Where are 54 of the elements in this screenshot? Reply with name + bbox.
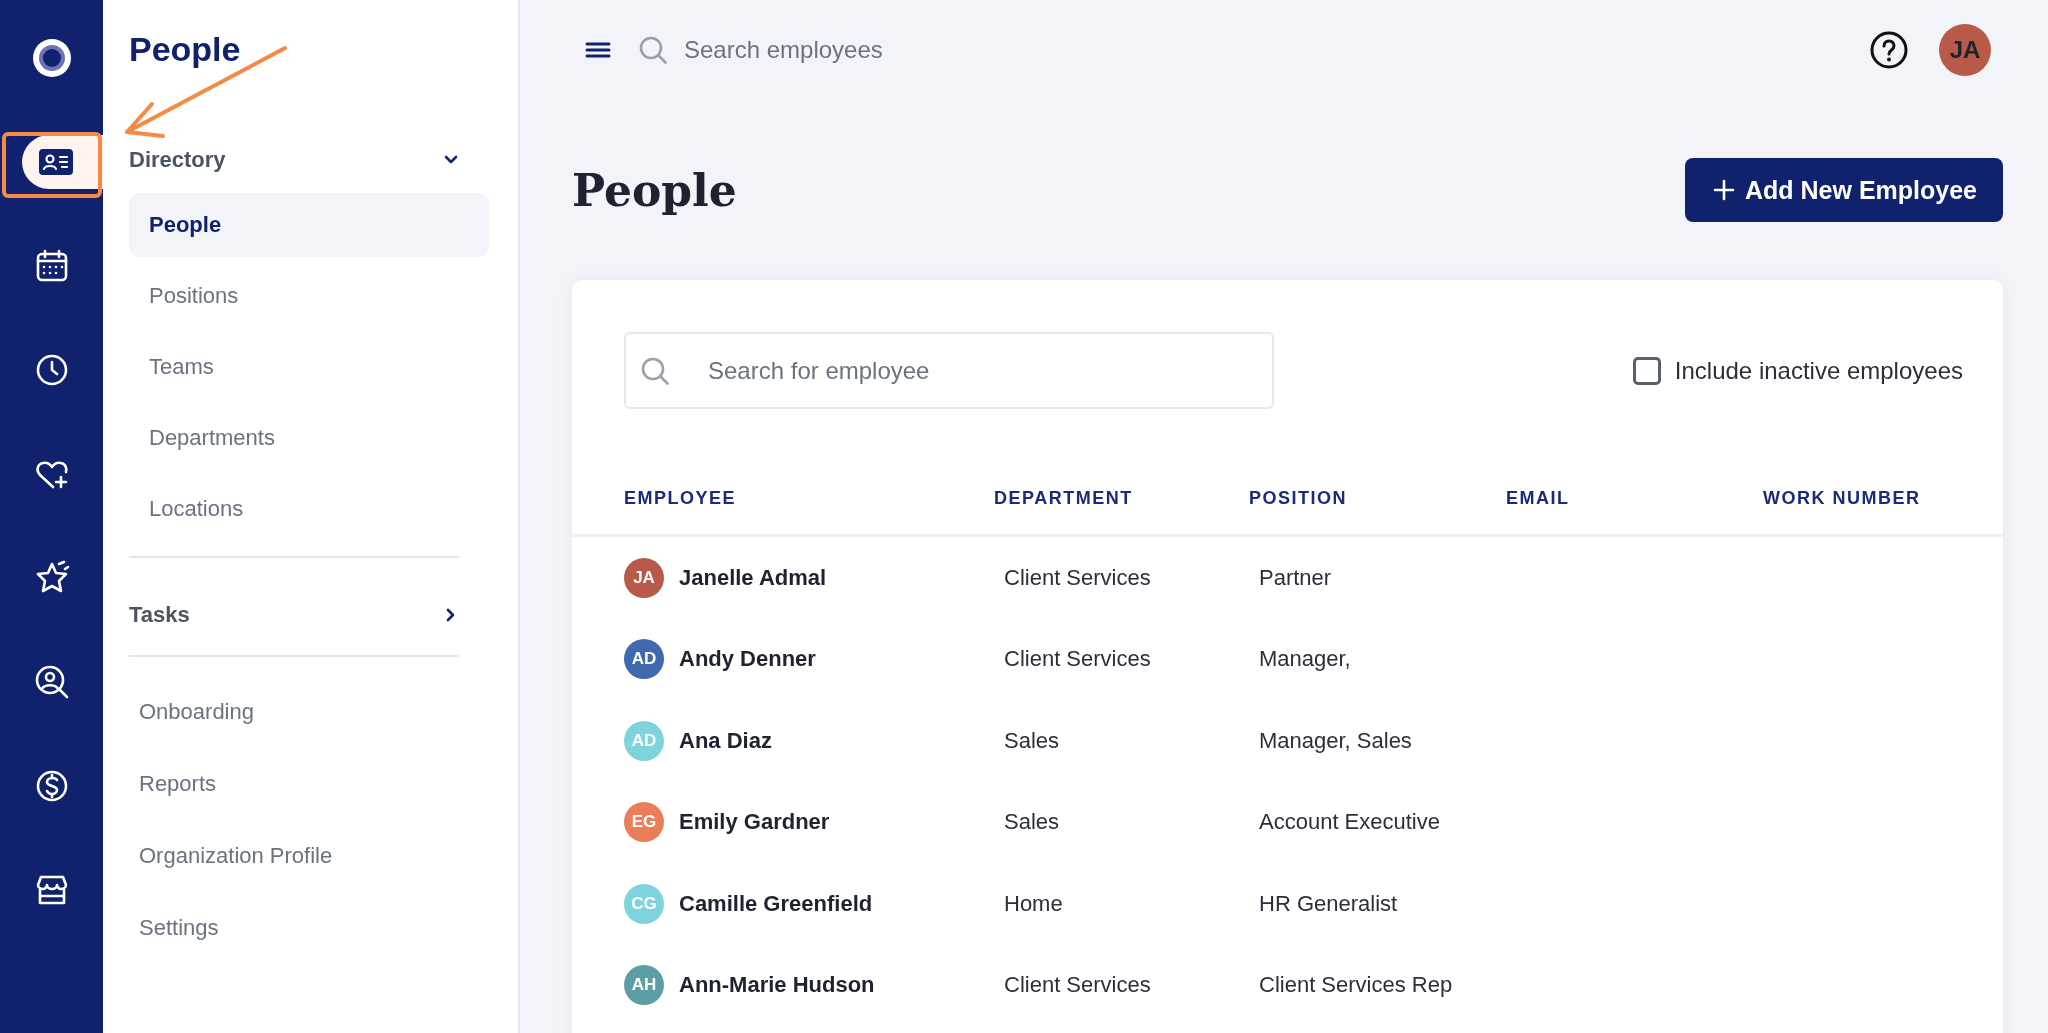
help-icon[interactable] <box>1869 30 1909 70</box>
plus-icon <box>1713 179 1735 201</box>
table-cell-text: Sales <box>1003 727 1060 754</box>
table-cell-text: Client Services Rep <box>1258 972 1453 999</box>
sidebar-section-header[interactable]: Directory <box>129 135 459 185</box>
sidebar-item[interactable]: Teams <box>129 335 214 399</box>
column-header[interactable]: WORK NUMBER <box>1763 488 1921 509</box>
table-cell-text: HR Generalist <box>1258 890 1398 917</box>
sidebar-link[interactable]: Reports <box>129 761 227 807</box>
table-cell-text: Sales <box>1003 809 1060 836</box>
employee-name[interactable]: Ana Diaz <box>679 727 772 754</box>
column-header[interactable]: EMAIL <box>1506 488 1570 509</box>
sidebar-item[interactable]: Locations <box>129 477 244 541</box>
search-icon <box>640 356 670 386</box>
table-cell-text: Client Services <box>1003 564 1151 591</box>
add-employee-button[interactable]: Add New Employee <box>1685 158 2003 222</box>
search-field[interactable]: Search employees <box>682 35 1086 65</box>
sidebar-link[interactable]: Settings <box>129 905 229 951</box>
employee-name[interactable]: Emily Gardner <box>679 809 830 836</box>
page-title: People <box>572 164 737 216</box>
employee-avatar: CG <box>624 883 664 924</box>
search-icon <box>638 35 668 65</box>
employee-avatar: EG <box>624 802 664 843</box>
table-cell-text: Manager, <box>1258 646 1351 673</box>
table-cell-text: Manager, Sales <box>1258 727 1412 754</box>
sidebar-section-header[interactable]: Tasks <box>129 590 459 640</box>
table-cell-text: Account Executive <box>1258 809 1440 836</box>
sidebar-item[interactable]: Departments <box>129 406 275 470</box>
table-cell-text: Partner <box>1258 564 1332 591</box>
employee-name[interactable]: Camille Greenfield <box>679 890 873 917</box>
rail-nav-item[interactable] <box>22 135 103 189</box>
employee-avatar: AH <box>624 965 664 1006</box>
employee-avatar: AD <box>624 720 664 761</box>
employee-name[interactable]: Janelle Admal <box>679 564 827 591</box>
table-cell-text: Client Services <box>1003 972 1151 999</box>
employee-name[interactable]: Ann-Marie Hudson <box>679 972 875 999</box>
column-header[interactable]: POSITION <box>1249 488 1347 509</box>
logo-icon <box>31 38 72 78</box>
column-header[interactable]: EMPLOYEE <box>624 488 737 509</box>
table-cell-text: Home <box>1003 890 1063 917</box>
sidebar-title: People <box>129 29 241 70</box>
sidebar-link[interactable]: Organization Profile <box>129 833 343 879</box>
checkbox[interactable] <box>1632 356 1661 385</box>
sidebar-link[interactable]: Onboarding <box>129 689 264 735</box>
checkbox-label: Include inactive employees <box>1674 356 1963 385</box>
column-header[interactable]: DEPARTMENT <box>994 488 1133 509</box>
employee-search-field[interactable]: Search for employee <box>624 332 1274 409</box>
rail-nav-item[interactable] <box>31 38 72 78</box>
sidebar-item[interactable]: People <box>129 193 489 257</box>
employee-name[interactable]: Andy Denner <box>679 646 816 673</box>
employee-avatar: AD <box>624 639 664 680</box>
employee-avatar: JA <box>624 557 664 598</box>
sidebar-item[interactable]: Positions <box>129 264 239 328</box>
table-cell-text: Client Services <box>1003 646 1151 673</box>
